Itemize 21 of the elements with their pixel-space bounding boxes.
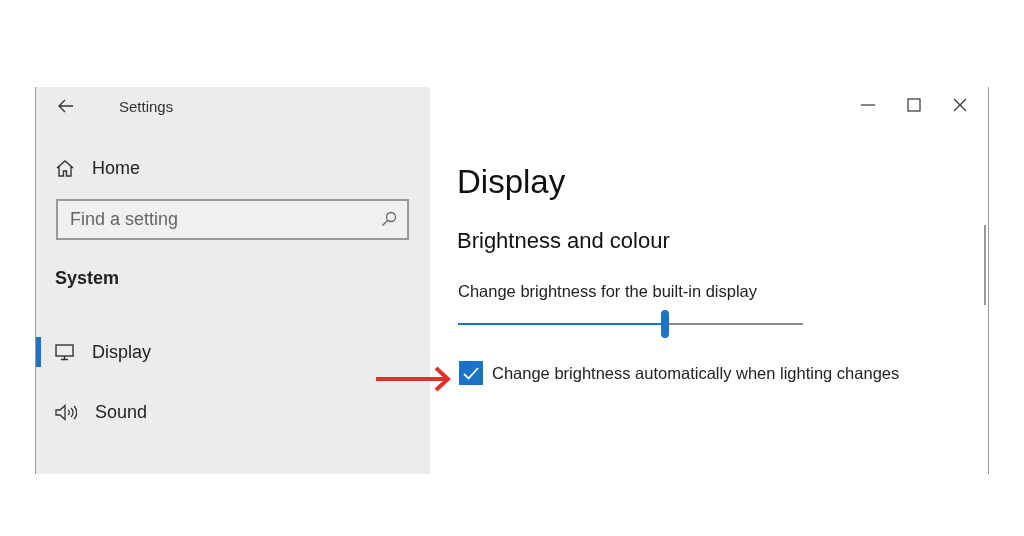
maximize-button[interactable] [906, 97, 922, 113]
scrollbar-thumb[interactable] [984, 225, 986, 305]
slider-label: Change brightness for the built-in display [458, 282, 758, 301]
close-button[interactable] [952, 97, 968, 113]
home-icon [56, 160, 74, 177]
back-icon[interactable] [58, 99, 74, 113]
search-icon[interactable] [381, 211, 397, 227]
sidebar-item[interactable]: Display [92, 341, 152, 363]
section-heading: Brightness and colour [457, 230, 671, 252]
monitor-icon [55, 343, 74, 361]
sidebar-item[interactable]: Sound [95, 401, 148, 423]
checkmark-icon [463, 366, 479, 380]
slider-thumb[interactable] [661, 310, 669, 338]
home-link[interactable]: Home [56, 158, 140, 179]
speaker-icon [55, 403, 77, 421]
search-field[interactable]: Find a setting [56, 199, 409, 240]
checkbox-label[interactable]: Change brightness automatically when lighting changes [492, 363, 900, 383]
window-title: Settings [119, 97, 174, 115]
section-heading: System [55, 268, 121, 289]
page-title: Display [457, 165, 567, 198]
checkbox[interactable] [459, 361, 483, 385]
